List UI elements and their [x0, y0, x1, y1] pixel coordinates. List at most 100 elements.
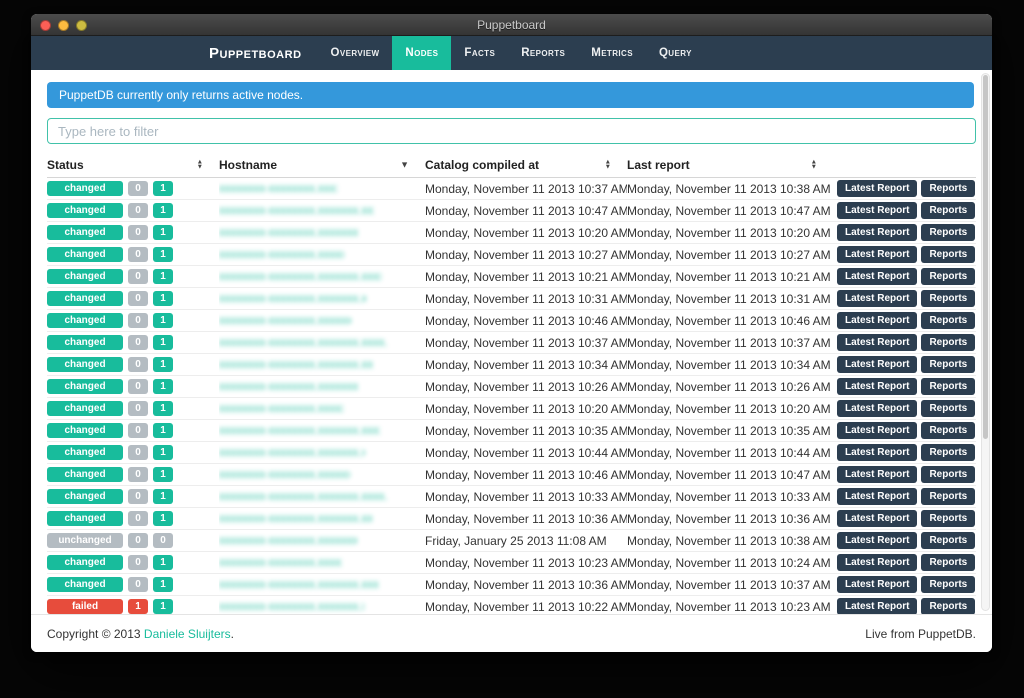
column-header-last-report[interactable]: Last report▲▼ [627, 152, 833, 178]
catalog-compiled-at: Friday, January 25 2013 11:08 AM [425, 530, 627, 552]
hostname-link[interactable]: xxxxxxxx-xxxxxxxx.xxxxxxx.xxxx.xxx.xxxxx… [219, 535, 357, 547]
nav-item-reports[interactable]: Reports [508, 36, 578, 70]
column-header-status[interactable]: Status ▲▼ [47, 152, 219, 178]
scrollbar-thumb[interactable] [983, 75, 988, 439]
hostname-link[interactable]: xxxxxxxx-xxxxxxxx.xxxxxxx.xxxx.xxx.xxxxx… [219, 249, 344, 261]
nav-item-facts[interactable]: Facts [451, 36, 508, 70]
brand-puppetboard[interactable]: Puppetboard [209, 36, 318, 70]
reports-button[interactable]: Reports [921, 356, 975, 373]
hostname-link[interactable]: xxxxxxxx-xxxxxxxx.xxxxxxx.xxxx.xxx.xxxxx… [219, 579, 379, 591]
status-badge: changed [47, 247, 123, 262]
catalog-compiled-at: Monday, November 11 2013 10:44 AM [425, 442, 627, 464]
latest-report-button[interactable]: Latest Report [837, 576, 917, 593]
catalog-compiled-at: Monday, November 11 2013 10:34 AM [425, 354, 627, 376]
reports-button[interactable]: Reports [921, 246, 975, 263]
latest-report-button[interactable]: Latest Report [837, 202, 917, 219]
hostname-link[interactable]: xxxxxxxx-xxxxxxxx.xxxxxxx.xxxx.xxx.xxxxx… [219, 183, 337, 195]
hostname-link[interactable]: xxxxxxxx-xxxxxxxx.xxxxxxx.xxxx.xxx.xxxxx… [219, 315, 351, 327]
hostname-link[interactable]: xxxxxxxx-xxxxxxxx.xxxxxxx.xxxx.xxx.xxxxx… [219, 227, 359, 239]
filter-input[interactable] [47, 118, 976, 144]
hostname-link[interactable]: xxxxxxxx-xxxxxxxx.xxxxxxx.xxxx.xxx.xxxxx… [219, 469, 350, 481]
hostname-link[interactable]: xxxxxxxx-xxxxxxxx.xxxxxxx.xxxx.xxx.xxxxx… [219, 491, 387, 503]
sort-desc-icon[interactable]: ▼ [400, 160, 409, 169]
latest-report-button[interactable]: Latest Report [837, 554, 917, 571]
column-header-hostname[interactable]: Hostname▼ [219, 152, 425, 178]
hostname-link[interactable]: xxxxxxxx-xxxxxxxx.xxxxxxx.xxxx.xxx.xxxxx… [219, 205, 374, 217]
reports-button[interactable]: Reports [921, 466, 975, 483]
catalog-compiled-at: Monday, November 11 2013 10:36 AM [425, 574, 627, 596]
sort-updown-icon[interactable]: ▲▼ [197, 159, 203, 170]
reports-button[interactable]: Reports [921, 290, 975, 307]
status-badge: unchanged [47, 533, 123, 548]
hostname-link[interactable]: xxxxxxxx-xxxxxxxx.xxxxxxx.xxxx.xxx.xxxxx… [219, 271, 381, 283]
zoom-button[interactable] [76, 20, 87, 31]
column-header-catalog-compiled-at[interactable]: Catalog compiled at▲▼ [425, 152, 627, 178]
sort-updown-icon[interactable]: ▲▼ [811, 159, 817, 170]
latest-report-button[interactable]: Latest Report [837, 444, 917, 461]
reports-button[interactable]: Reports [921, 488, 975, 505]
latest-report-button[interactable]: Latest Report [837, 466, 917, 483]
hostname-link[interactable]: xxxxxxxx-xxxxxxxx.xxxxxxx.xxxx.xxx.xxxxx… [219, 403, 343, 415]
hostname-link[interactable]: xxxxxxxx-xxxxxxxx.xxxxxxx.xxxx.xxx.xxxxx… [219, 293, 366, 305]
reports-button[interactable]: Reports [921, 312, 975, 329]
reports-button[interactable]: Reports [921, 554, 975, 571]
reports-button[interactable]: Reports [921, 422, 975, 439]
latest-report-button[interactable]: Latest Report [837, 378, 917, 395]
latest-report-button[interactable]: Latest Report [837, 356, 917, 373]
reports-button[interactable]: Reports [921, 400, 975, 417]
reports-button[interactable]: Reports [921, 334, 975, 351]
table-row: changed01xxxxxxxx-xxxxxxxx.xxxxxxx.xxxx.… [47, 376, 976, 398]
latest-report-button[interactable]: Latest Report [837, 334, 917, 351]
reports-button[interactable]: Reports [921, 576, 975, 593]
reports-button[interactable]: Reports [921, 510, 975, 527]
titlebar[interactable]: Puppetboard [31, 14, 992, 36]
catalog-compiled-at: Monday, November 11 2013 10:20 AM [425, 222, 627, 244]
nav-item-nodes[interactable]: Nodes [392, 36, 451, 70]
table-row: changed01xxxxxxxx-xxxxxxxx.xxxxxxx.xxxx.… [47, 178, 976, 200]
navbar: Puppetboard OverviewNodesFactsReportsMet… [31, 36, 992, 70]
catalog-compiled-at: Monday, November 11 2013 10:33 AM [425, 486, 627, 508]
column-label: Status [47, 158, 84, 172]
latest-report-button[interactable]: Latest Report [837, 246, 917, 263]
changed-count-badge: 1 [153, 291, 173, 306]
hostname-link[interactable]: xxxxxxxx-xxxxxxxx.xxxxxxx.xxxx.xxx.xxxxx… [219, 513, 372, 525]
catalog-compiled-at: Monday, November 11 2013 10:21 AM [425, 266, 627, 288]
latest-report-button[interactable]: Latest Report [837, 400, 917, 417]
close-button[interactable] [40, 20, 51, 31]
reports-button[interactable]: Reports [921, 444, 975, 461]
hostname-link[interactable]: xxxxxxxx-xxxxxxxx.xxxxxxx.xxxx.xxx.xxxxx… [219, 447, 365, 459]
nav-item-overview[interactable]: Overview [318, 36, 393, 70]
latest-report-button[interactable]: Latest Report [837, 510, 917, 527]
reports-button[interactable]: Reports [921, 202, 975, 219]
catalog-compiled-at: Monday, November 11 2013 10:37 AM [425, 178, 627, 200]
minimize-button[interactable] [58, 20, 69, 31]
hostname-link[interactable]: xxxxxxxx-xxxxxxxx.xxxxxxx.xxxx.xxx.xxxxx… [219, 557, 342, 569]
reports-button[interactable]: Reports [921, 378, 975, 395]
hostname-link[interactable]: xxxxxxxx-xxxxxxxx.xxxxxxx.xxxx.xxx.xxxxx… [219, 359, 373, 371]
latest-report-button[interactable]: Latest Report [837, 312, 917, 329]
reports-button[interactable]: Reports [921, 180, 975, 197]
author-link[interactable]: Daniele Sluijters [144, 627, 231, 641]
hostname-link[interactable]: xxxxxxxx-xxxxxxxx.xxxxxxx.xxxx.xxx.xxxxx… [219, 601, 364, 613]
sort-updown-icon[interactable]: ▲▼ [605, 159, 611, 170]
hostname-link[interactable]: xxxxxxxx-xxxxxxxx.xxxxxxx.xxxx.xxx.xxxxx… [219, 337, 388, 349]
nav-item-query[interactable]: Query [646, 36, 705, 70]
nav-item-metrics[interactable]: Metrics [578, 36, 646, 70]
latest-report-button[interactable]: Latest Report [837, 488, 917, 505]
reports-button[interactable]: Reports [921, 532, 975, 549]
reports-button[interactable]: Reports [921, 268, 975, 285]
reports-button[interactable]: Reports [921, 224, 975, 241]
failed-count-badge: 0 [128, 313, 148, 328]
last-report: Monday, November 11 2013 10:21 AM [627, 266, 833, 288]
scrollbar[interactable] [981, 73, 990, 611]
latest-report-button[interactable]: Latest Report [837, 290, 917, 307]
reports-button[interactable]: Reports [921, 598, 975, 614]
hostname-link[interactable]: xxxxxxxx-xxxxxxxx.xxxxxxx.xxxx.xxx.xxxxx… [219, 381, 358, 393]
latest-report-button[interactable]: Latest Report [837, 224, 917, 241]
latest-report-button[interactable]: Latest Report [837, 422, 917, 439]
latest-report-button[interactable]: Latest Report [837, 268, 917, 285]
latest-report-button[interactable]: Latest Report [837, 180, 917, 197]
latest-report-button[interactable]: Latest Report [837, 532, 917, 549]
hostname-link[interactable]: xxxxxxxx-xxxxxxxx.xxxxxxx.xxxx.xxx.xxxxx… [219, 425, 380, 437]
latest-report-button[interactable]: Latest Report [837, 598, 917, 614]
